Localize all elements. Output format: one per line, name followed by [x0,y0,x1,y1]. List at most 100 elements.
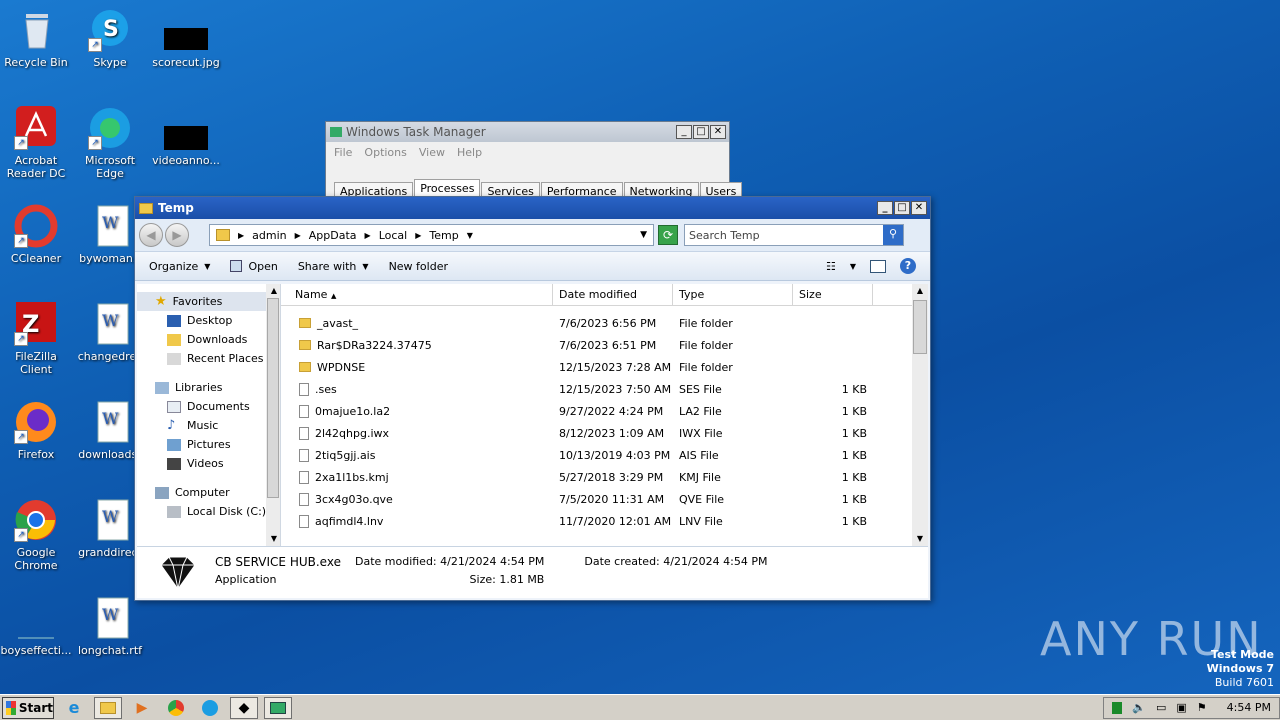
file-row[interactable]: 0majue1o.la2 9/27/2022 4:24 PM LA2 File 1 K… [281,400,928,422]
maximize-button[interactable]: □ [894,201,910,215]
file-name: 2l42qhpg.iwx [315,426,390,440]
tray-status-icon[interactable] [1112,701,1123,714]
taskbar-edge[interactable] [196,697,224,719]
file-row[interactable]: _avast_ 7/6/2023 6:56 PM File folder [281,312,928,334]
open-button[interactable]: Open [230,260,278,273]
menu-options[interactable]: Options [364,146,406,159]
display-icon[interactable]: ▣ [1176,701,1186,714]
desktop-icon-filezilla[interactable]: Z ↗ FileZilla Client [0,302,72,376]
column-size[interactable]: Size [793,284,873,305]
explorer-window[interactable]: Temp _ □ ✕ ◀ ▶ ▶ admin ▶ AppData ▶ Local… [134,196,931,601]
start-button[interactable]: Start [2,696,54,719]
breadcrumb-temp[interactable]: Temp [429,229,458,242]
chevron-right-icon[interactable]: ▶ [295,231,301,240]
desktop-icon-boyseffecti[interactable]: boyseffecti... [0,596,72,657]
nav-videos[interactable]: Videos [137,454,280,473]
minimize-button[interactable]: _ [877,201,893,215]
minimize-button[interactable]: _ [676,125,692,139]
close-button[interactable]: ✕ [911,201,927,215]
desktop-icon-edge[interactable]: ↗ Microsoft Edge [74,106,146,180]
nav-computer[interactable]: Computer [137,483,280,502]
desktop-icon-skype[interactable]: S ↗ Skype [74,8,146,69]
desktop-icon-acrobat[interactable]: ↗ Acrobat Reader DC [0,106,72,180]
share-with-button[interactable]: Share with ▼ [298,260,369,273]
chevron-down-icon[interactable]: ▼ [850,262,856,271]
nav-music[interactable]: ♪ Music [137,416,280,435]
chevron-right-icon[interactable]: ▶ [365,231,371,240]
breadcrumb-appdata[interactable]: AppData [309,229,357,242]
task-manager-window[interactable]: Windows Task Manager _ □ ✕ File Options … [325,121,743,201]
close-button[interactable]: ✕ [710,125,726,139]
file-row[interactable]: aqfimdl4.lnv 11/7/2020 12:01 AM LNV File 1 … [281,510,928,532]
preview-pane-icon[interactable] [870,259,886,273]
nav-documents[interactable]: Documents [137,397,280,416]
back-button[interactable]: ◀ [139,223,163,247]
taskbar-explorer[interactable] [94,696,122,719]
nav-downloads[interactable]: Downloads [137,330,280,349]
chevron-right-icon[interactable]: ▶ [238,231,244,240]
task-manager-titlebar[interactable]: Windows Task Manager _ □ ✕ [326,122,729,142]
taskbar-ie[interactable]: e [60,697,88,719]
organize-button[interactable]: Organize ▼ [149,260,210,273]
file-row[interactable]: 3cx4g03o.qve 7/5/2020 11:31 AM QVE File 1 K… [281,488,928,510]
file-row[interactable]: 2xa1l1bs.kmj 5/27/2018 3:29 PM KMJ File 1 K… [281,466,928,488]
file-date: 12/15/2023 7:28 AM [559,360,672,374]
file-list-scrollbar[interactable]: ▲ ▼ [912,284,928,546]
taskbar-chrome[interactable] [162,697,190,719]
breadcrumb-local[interactable]: Local [379,229,408,242]
maximize-button[interactable]: □ [693,125,709,139]
desktop-icon-scorecut[interactable]: scorecut.jpg [150,8,222,69]
forward-button[interactable]: ▶ [165,223,189,247]
scroll-up-icon[interactable]: ▲ [913,284,927,298]
breadcrumb-admin[interactable]: admin [252,229,286,242]
nav-recent-places[interactable]: Recent Places [137,349,280,368]
nav-desktop[interactable]: Desktop [137,311,280,330]
file-row[interactable]: WPDNSE 12/15/2023 7:28 AM File folder [281,356,928,378]
file-row[interactable]: 2tiq5gjj.ais 10/13/2019 4:03 PM AIS File 1 … [281,444,928,466]
file-row[interactable]: Rar$DRa3224.37475 7/6/2023 6:51 PM File fo… [281,334,928,356]
desktop-icon-chrome[interactable]: ↗ Google Chrome [0,498,72,572]
explorer-titlebar[interactable]: Temp _ □ ✕ [135,197,930,219]
desktop-icon-firefox[interactable]: ↗ Firefox [0,400,72,461]
selected-file-name: CB SERVICE HUB.exe [215,555,341,569]
desktop-icon-ccleaner[interactable]: ↗ CCleaner [0,204,72,265]
view-options-icon[interactable]: ☷ [826,260,836,273]
menu-view[interactable]: View [419,146,445,159]
column-name[interactable]: Name ▲ [281,284,553,305]
column-type[interactable]: Type [673,284,793,305]
chevron-right-icon[interactable]: ▶ [415,231,421,240]
scroll-thumb[interactable] [913,300,927,354]
file-row[interactable]: 2l42qhpg.iwx 8/12/2023 1:09 AM IWX File 1 K… [281,422,928,444]
new-folder-button[interactable]: New folder [389,260,448,273]
scroll-down-icon[interactable]: ▼ [913,532,927,546]
menu-file[interactable]: File [334,146,352,159]
taskbar-task-manager[interactable] [264,696,292,719]
scroll-thumb[interactable] [267,298,279,498]
nav-local-disk[interactable]: Local Disk (C:) [137,502,280,521]
desktop-icon-recycle-bin[interactable]: Recycle Bin [0,8,72,69]
desktop-icon-videoanno[interactable]: videoanno... [150,106,222,167]
refresh-icon[interactable]: ⟳ [658,225,678,245]
column-date[interactable]: Date modified [553,284,673,305]
desktop-icon-longchat[interactable]: W longchat.rtf [74,596,146,657]
chevron-right-icon[interactable]: ▼ [467,231,473,240]
search-input[interactable]: Search Temp ⚲ [684,224,904,246]
nav-pictures[interactable]: Pictures [137,435,280,454]
nav-libraries[interactable]: Libraries [137,378,280,397]
menu-help[interactable]: Help [457,146,482,159]
taskbar-media-player[interactable]: ▶ [128,697,156,719]
nav-favorites[interactable]: ★ Favorites [137,292,280,311]
volume-icon[interactable]: 🔈 [1132,701,1146,714]
taskbar-cb-service-hub[interactable]: ◆ [230,696,258,719]
action-center-flag-icon[interactable]: ⚑ [1197,701,1207,714]
network-icon[interactable]: ▭ [1156,701,1166,714]
help-icon[interactable]: ? [900,258,916,274]
clock[interactable]: 4:54 PM [1227,701,1271,714]
search-icon[interactable]: ⚲ [883,225,903,245]
nav-scrollbar[interactable]: ▲ ▼ [266,284,280,546]
address-bar[interactable]: ▶ admin ▶ AppData ▶ Local ▶ Temp ▼ ▼ [209,224,654,246]
scroll-up-icon[interactable]: ▲ [267,284,281,298]
scroll-down-icon[interactable]: ▼ [267,532,281,546]
chevron-down-icon[interactable]: ▼ [640,230,647,240]
file-row[interactable]: .ses 12/15/2023 7:50 AM SES File 1 KB [281,378,928,400]
